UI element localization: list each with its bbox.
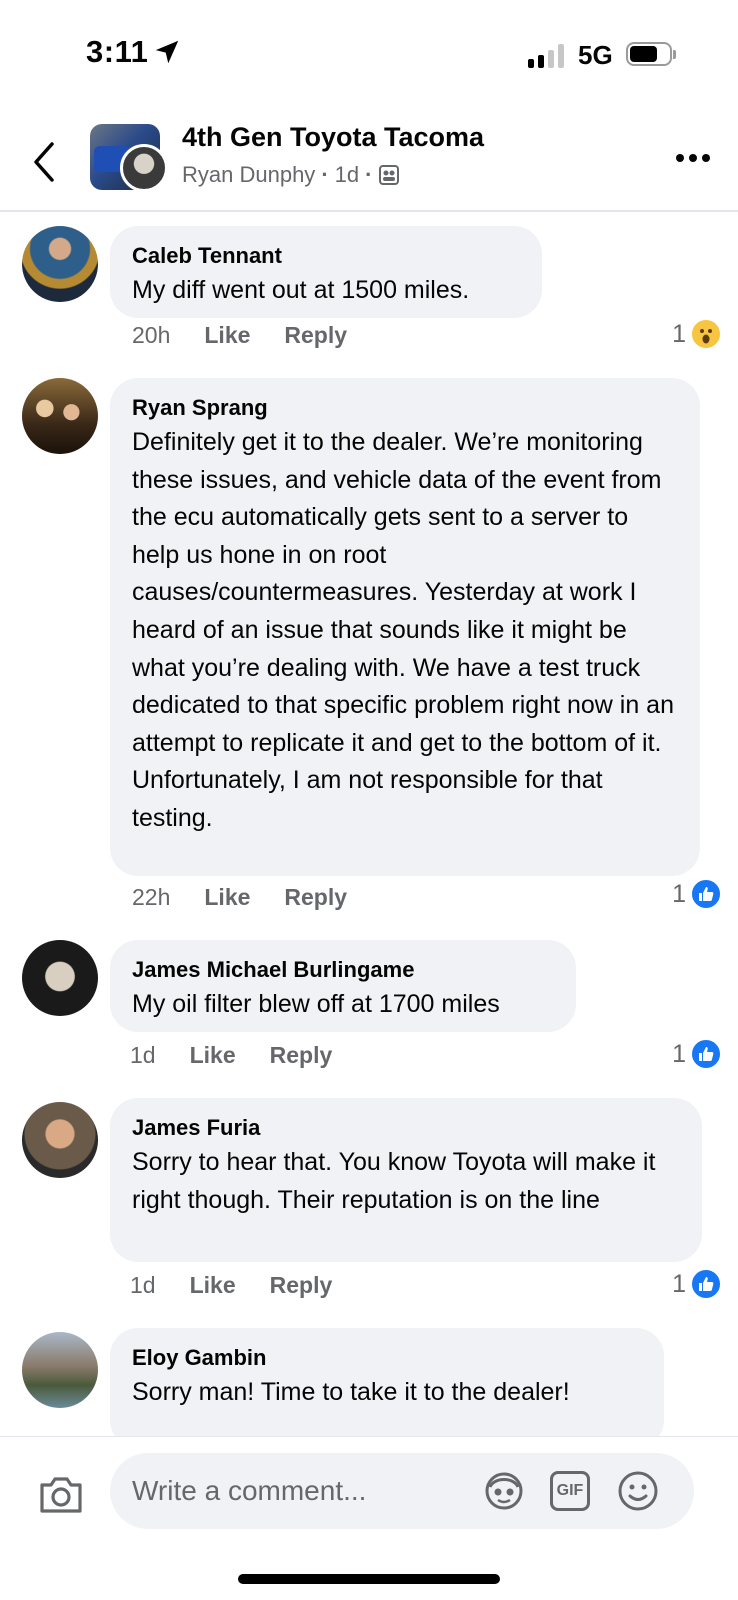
reaction-summary[interactable]: 1: [672, 1038, 722, 1070]
group-title[interactable]: 4th Gen Toyota Tacoma: [182, 122, 484, 153]
separator-dot: ·: [321, 162, 329, 187]
comment-input[interactable]: Write a comment... GIF: [110, 1453, 694, 1529]
comment-text: Sorry man! Time to take it to the dealer…: [132, 1378, 570, 1406]
comment-actions: 22h Like Reply: [132, 884, 347, 911]
like-button[interactable]: Like: [204, 322, 250, 349]
post-header: 4th Gen Toyota Tacoma Ryan Dunphy · 1d ·: [0, 110, 738, 212]
location-arrow-icon: [156, 40, 179, 64]
like-reaction-icon: [690, 1268, 722, 1300]
gif-icon[interactable]: GIF: [550, 1471, 590, 1511]
comment-bubble[interactable]: James Furia Sorry to hear that. You know…: [110, 1098, 702, 1262]
comment-bubble[interactable]: Caleb Tennant My diff went out at 1500 m…: [110, 226, 542, 318]
reaction-count: 1: [672, 879, 686, 908]
group-privacy-icon: [379, 165, 400, 185]
home-indicator[interactable]: [238, 1574, 500, 1584]
comment-placeholder: Write a comment...: [132, 1475, 367, 1506]
battery-icon: [626, 42, 672, 66]
reaction-count: 1: [672, 319, 686, 348]
reply-button[interactable]: Reply: [270, 1272, 333, 1299]
commenter-name[interactable]: Caleb Tennant: [132, 242, 520, 270]
commenter-avatar[interactable]: [22, 226, 98, 302]
cellular-signal-icon: [528, 42, 564, 68]
avatar-sticker-icon[interactable]: [482, 1469, 526, 1513]
comment-text: Sorry to hear that. You know Toyota will…: [132, 1148, 656, 1214]
poster-avatar[interactable]: [120, 144, 168, 192]
back-arrow-icon[interactable]: [28, 140, 60, 184]
emoji-icon[interactable]: [616, 1469, 660, 1513]
battery-tip: [673, 50, 676, 59]
comment-actions: 20h Like Reply: [132, 322, 347, 349]
camera-icon[interactable]: [38, 1475, 84, 1515]
like-button[interactable]: Like: [190, 1272, 236, 1299]
comment-time: 20h: [132, 322, 171, 348]
reply-button[interactable]: Reply: [284, 884, 347, 911]
commenter-avatar[interactable]: [22, 940, 98, 1016]
like-reaction-icon: [690, 878, 722, 910]
like-button[interactable]: Like: [190, 1042, 236, 1069]
commenter-avatar[interactable]: [22, 1332, 98, 1408]
comment-actions: 1d Like Reply: [130, 1272, 332, 1299]
comment-text: My diff went out at 1500 miles.: [132, 276, 470, 304]
commenter-name[interactable]: James Michael Burlingame: [132, 956, 554, 984]
comment-time: 1d: [130, 1272, 156, 1298]
comment-bubble[interactable]: James Michael Burlingame My oil filter b…: [110, 940, 576, 1032]
like-reaction-icon: [690, 1038, 722, 1070]
reaction-summary[interactable]: 1: [672, 1268, 722, 1300]
commenter-name[interactable]: James Furia: [132, 1114, 680, 1142]
reaction-summary[interactable]: 1: [672, 318, 722, 350]
comment-time: 1d: [130, 1042, 156, 1068]
comment-text: Definitely get it to the dealer. We’re m…: [132, 428, 674, 832]
commenter-name[interactable]: Ryan Sprang: [132, 394, 678, 422]
comment-bubble[interactable]: Ryan Sprang Definitely get it to the dea…: [110, 378, 700, 876]
comment-bubble[interactable]: Eloy Gambin Sorry man! Time to take it t…: [110, 1328, 664, 1436]
comment-text: My oil filter blew off at 1700 miles: [132, 990, 500, 1018]
reply-button[interactable]: Reply: [284, 322, 347, 349]
status-time: 3:11: [86, 34, 182, 70]
post-time: 1d: [334, 162, 360, 187]
comment-time: 22h: [132, 884, 171, 910]
reaction-count: 1: [672, 1269, 686, 1298]
commenter-name[interactable]: Eloy Gambin: [132, 1344, 642, 1372]
commenter-avatar[interactable]: [22, 378, 98, 454]
reaction-count: 1: [672, 1039, 686, 1068]
author-name[interactable]: Ryan Dunphy: [182, 162, 315, 188]
separator-dot: ·: [365, 162, 373, 187]
reaction-summary[interactable]: 1: [672, 878, 722, 910]
network-type: 5G: [578, 40, 613, 70]
reply-button[interactable]: Reply: [270, 1042, 333, 1069]
comment-actions: 1d Like Reply: [130, 1042, 332, 1069]
wow-emoji-icon: [690, 318, 722, 350]
comment-item: Eloy Gambin Sorry man! Time to take it t…: [0, 1328, 738, 1436]
like-button[interactable]: Like: [204, 884, 250, 911]
clock-text: 3:11: [86, 34, 149, 69]
status-bar: 3:11 5G: [0, 0, 738, 110]
comment-composer: Write a comment... GIF: [0, 1436, 738, 1536]
more-options-icon[interactable]: [676, 154, 710, 162]
commenter-avatar[interactable]: [22, 1102, 98, 1178]
post-meta: Ryan Dunphy · 1d ·: [182, 162, 400, 188]
